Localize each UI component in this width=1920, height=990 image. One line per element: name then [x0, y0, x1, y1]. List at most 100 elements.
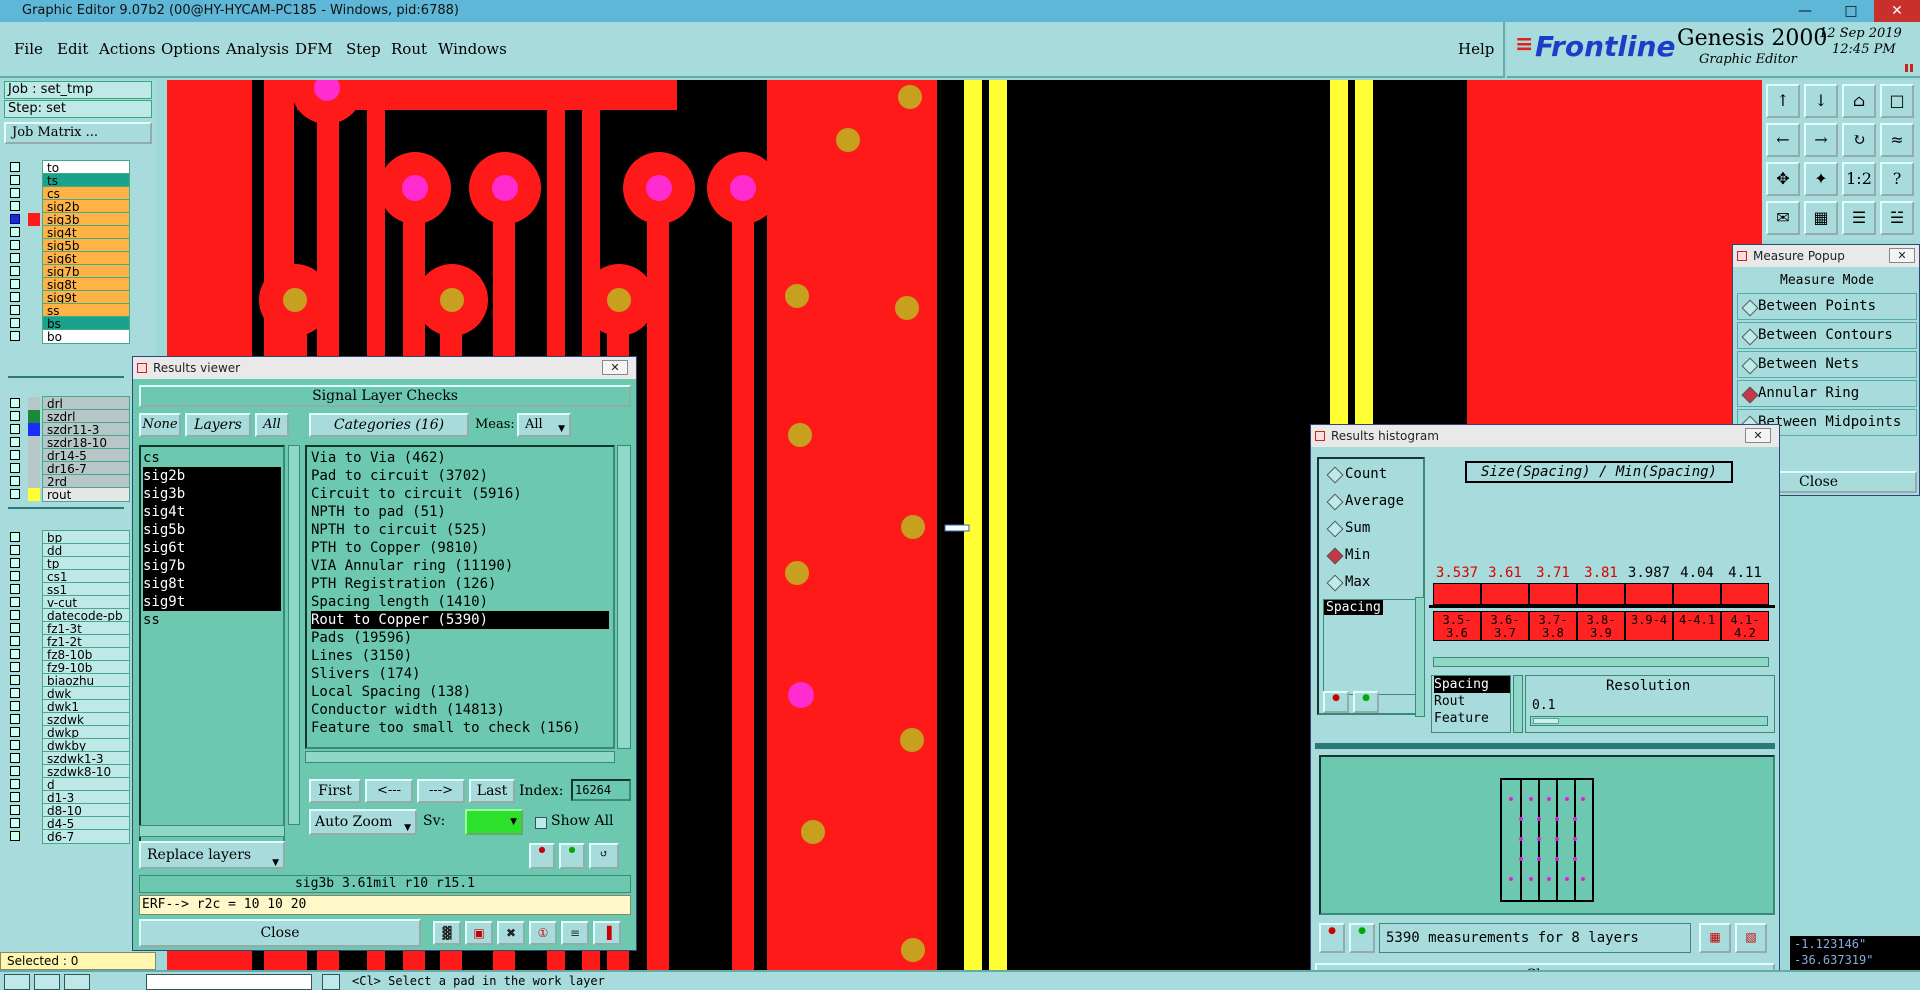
menu-file[interactable]: File: [14, 40, 43, 58]
histogram-range-label[interactable]: 3.9-4: [1625, 611, 1673, 641]
histogram-range-label[interactable]: 4.1-4.2: [1721, 611, 1769, 641]
layer-checkbox[interactable]: [10, 331, 20, 341]
type-rout[interactable]: Rout: [1434, 693, 1510, 710]
category-item[interactable]: PTH to Copper (9810): [311, 539, 609, 557]
histogram-hscroll[interactable]: [1433, 657, 1769, 667]
result-layer-item[interactable]: sig7b: [143, 557, 281, 575]
radio-icon[interactable]: [1326, 466, 1344, 484]
layer-checkbox[interactable]: [10, 740, 20, 750]
result-layer-item[interactable]: sig3b: [143, 485, 281, 503]
layer-checkbox[interactable]: [10, 450, 20, 460]
layer-checkbox[interactable]: [10, 623, 20, 633]
layer-checkbox[interactable]: [10, 411, 20, 421]
menu-edit[interactable]: Edit: [57, 40, 88, 58]
layer-checkbox[interactable]: [10, 305, 20, 315]
radio-icon[interactable]: [1741, 328, 1759, 346]
layer-checkbox[interactable]: [10, 571, 20, 581]
menu-actions[interactable]: Actions: [99, 40, 155, 58]
categories-scrollbar[interactable]: [617, 445, 631, 749]
last-button[interactable]: Last: [469, 779, 515, 803]
layer-checkbox[interactable]: [10, 240, 20, 250]
undo-button[interactable]: ↺: [589, 843, 619, 869]
histogram-mode-option[interactable]: Sum: [1323, 517, 1419, 541]
radio-icon[interactable]: [1326, 547, 1344, 565]
histogram-mode-option[interactable]: Count: [1323, 463, 1419, 487]
next-button[interactable]: --->: [417, 779, 465, 803]
radio-icon[interactable]: [1741, 386, 1759, 404]
show-all-checkbox[interactable]: [535, 817, 547, 829]
histogram-mode-option[interactable]: Min: [1323, 544, 1419, 568]
result-layer-item[interactable]: sig8t: [143, 575, 281, 593]
rotate-icon[interactable]: ↻: [1842, 123, 1876, 157]
type-feature[interactable]: Feature: [1434, 710, 1510, 727]
histogram-bar[interactable]: [1529, 583, 1577, 605]
histogram-bar[interactable]: [1577, 583, 1625, 605]
erf-input[interactable]: ERF--> r2c = 10 10 20: [139, 895, 631, 915]
layer-checkbox[interactable]: [10, 175, 20, 185]
histogram-bar[interactable]: [1673, 583, 1721, 605]
layer-icon[interactable]: ☰: [1842, 201, 1876, 235]
category-item[interactable]: VIA Annular ring (11190): [311, 557, 609, 575]
preview-del-button[interactable]: ●: [1319, 923, 1345, 953]
menu-help[interactable]: Help: [1458, 40, 1494, 58]
index-input[interactable]: 16264: [571, 779, 631, 801]
bottom-tool-button[interactable]: [322, 974, 340, 990]
layer-checkbox[interactable]: [10, 201, 20, 211]
category-item[interactable]: NPTH to circuit (525): [311, 521, 609, 539]
layers-off-icon[interactable]: ✖: [497, 921, 525, 945]
layer-checkbox[interactable]: [10, 662, 20, 672]
category-item[interactable]: Conductor width (14813): [311, 701, 609, 719]
histogram-item[interactable]: Spacing: [1324, 600, 1383, 615]
measure-mode-option[interactable]: Annular Ring: [1737, 380, 1917, 407]
hist-del-button[interactable]: ●: [1323, 691, 1349, 713]
close-icon[interactable]: ✕: [602, 360, 628, 375]
layer-checkbox[interactable]: [10, 714, 20, 724]
layer-name[interactable]: d6-7: [42, 829, 130, 844]
export-icon[interactable]: ▧: [1735, 923, 1767, 953]
layer-checkbox[interactable]: [10, 398, 20, 408]
layer-checkbox[interactable]: [10, 753, 20, 763]
menu-dfm[interactable]: DFM: [295, 40, 333, 58]
category-item[interactable]: Spacing length (1410): [311, 593, 609, 611]
layer-checkbox[interactable]: [10, 463, 20, 473]
layer-list-scrollbar[interactable]: [288, 445, 300, 825]
first-button[interactable]: First: [309, 779, 361, 803]
layer-checkbox[interactable]: [10, 610, 20, 620]
layer-checkbox[interactable]: [10, 253, 20, 263]
categories-button[interactable]: Categories (16): [309, 413, 469, 437]
menu-step[interactable]: Step: [346, 40, 381, 58]
category-item[interactable]: Pads (19596): [311, 629, 609, 647]
layer-checkbox[interactable]: [10, 688, 20, 698]
pan-down-icon[interactable]: ↓: [1804, 84, 1838, 118]
layer-checkbox[interactable]: [10, 476, 20, 486]
bottom-tool-button[interactable]: [34, 974, 60, 990]
layer-checkbox[interactable]: [10, 831, 20, 841]
results-layer-list[interactable]: cs sig2b sig3b sig4t sig5b sig6t sig7b sig8t sig…: [139, 445, 285, 845]
histogram-mode-option[interactable]: Average: [1323, 490, 1419, 514]
measure-mode-option[interactable]: Between Nets: [1737, 351, 1917, 378]
pan-left-icon[interactable]: ←: [1766, 123, 1800, 157]
layer-checkbox[interactable]: [10, 558, 20, 568]
layer-checkbox[interactable]: [10, 779, 20, 789]
report-icon[interactable]: ≡: [561, 921, 589, 945]
histogram-bar[interactable]: [1721, 583, 1769, 605]
help-icon[interactable]: ?: [1880, 162, 1914, 196]
category-item[interactable]: NPTH to pad (51): [311, 503, 609, 521]
layer-checkbox[interactable]: [10, 766, 20, 776]
layer-checkbox[interactable]: [10, 437, 20, 447]
category-item[interactable]: Slivers (174): [311, 665, 609, 683]
category-item[interactable]: Rout to Copper (5390): [311, 611, 609, 629]
home-icon[interactable]: ⌂: [1842, 84, 1876, 118]
result-layer-item[interactable]: sig2b: [143, 467, 281, 485]
categories-hscroll[interactable]: [305, 751, 615, 763]
histogram-range-label[interactable]: 3.8-3.9: [1577, 611, 1625, 641]
radio-icon[interactable]: [1741, 299, 1759, 317]
category-item[interactable]: Via to Via (462): [311, 449, 609, 467]
layer-row[interactable]: bo: [8, 329, 130, 344]
layer-checkbox[interactable]: [10, 792, 20, 802]
type-list[interactable]: Spacing Rout Feature: [1431, 675, 1511, 733]
pan-right-icon[interactable]: →: [1804, 123, 1838, 157]
layer-checkbox[interactable]: [10, 227, 20, 237]
layer-checkbox[interactable]: [10, 649, 20, 659]
layer-row[interactable]: rout: [8, 487, 130, 502]
